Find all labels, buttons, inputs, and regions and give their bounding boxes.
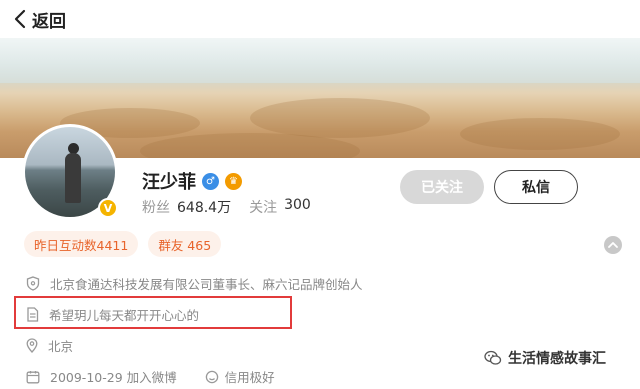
banner-dune [460, 118, 620, 150]
avatar-container[interactable]: V [22, 124, 122, 220]
tag-interactions[interactable]: 昨日互动数4411 [24, 231, 139, 257]
stat-label: 粉丝 [142, 200, 170, 216]
signature-text: 希望玥儿每天都开开心心的 [49, 308, 200, 323]
top-bar: 返回 [0, 0, 640, 38]
stat-value: 300 [284, 197, 311, 213]
document-icon [27, 307, 39, 322]
info-signature: 希望玥儿每天都开开心心的 [26, 305, 199, 324]
chevron-up-icon [608, 242, 618, 248]
back-label: 返回 [32, 11, 66, 32]
stat-following[interactable]: 关注 300 [249, 197, 311, 217]
watermark: 生活情感故事汇 [484, 348, 606, 368]
calendar-icon [26, 370, 40, 383]
stat-label: 关注 [249, 200, 278, 216]
banner-sea [0, 38, 640, 83]
verified-v-icon: V [98, 198, 118, 218]
watermark-text: 生活情感故事汇 [508, 351, 606, 367]
profile-stats: 粉丝 648.4万 关注 300 [142, 197, 311, 217]
location-text: 北京 [48, 339, 74, 354]
collapse-button[interactable] [604, 236, 622, 254]
back-button[interactable]: 返回 [14, 6, 66, 32]
vip-crown-icon[interactable]: ♛ [225, 172, 242, 190]
bio-text: 北京食通达科技发展有限公司董事长、麻六记品牌创始人 [50, 277, 363, 292]
chevron-left-icon [14, 9, 26, 29]
tag-group-friends[interactable]: 群友 465 [148, 231, 222, 257]
credit-icon [205, 370, 218, 383]
credit-text: 信用极好 [224, 370, 275, 385]
location-pin-icon [26, 338, 38, 353]
credit-rating[interactable]: 信用极好 [205, 367, 275, 386]
message-button[interactable]: 私信 [494, 170, 578, 204]
name-row: 汪少菲 ♂ ♛ [142, 168, 242, 194]
wechat-icon [484, 350, 502, 365]
info-join-date: 2009-10-29 加入微博 信用极好 [26, 367, 275, 386]
stat-followers[interactable]: 粉丝 648.4万 [142, 197, 231, 217]
join-date-text: 2009-10-29 加入微博 [50, 370, 177, 385]
shield-icon [26, 276, 40, 291]
member-badge-icon[interactable]: ♂ [202, 172, 219, 190]
avatar-person [65, 153, 81, 203]
followed-button[interactable]: 已关注 [400, 170, 484, 204]
info-location: 北京 [26, 336, 73, 355]
info-bio: 北京食通达科技发展有限公司董事长、麻六记品牌创始人 [26, 274, 363, 293]
banner-dune [250, 98, 430, 138]
profile-tags: 昨日互动数4411 群友 465 [24, 231, 222, 257]
stat-value: 648.4万 [177, 200, 232, 216]
profile-name: 汪少菲 [142, 172, 196, 193]
